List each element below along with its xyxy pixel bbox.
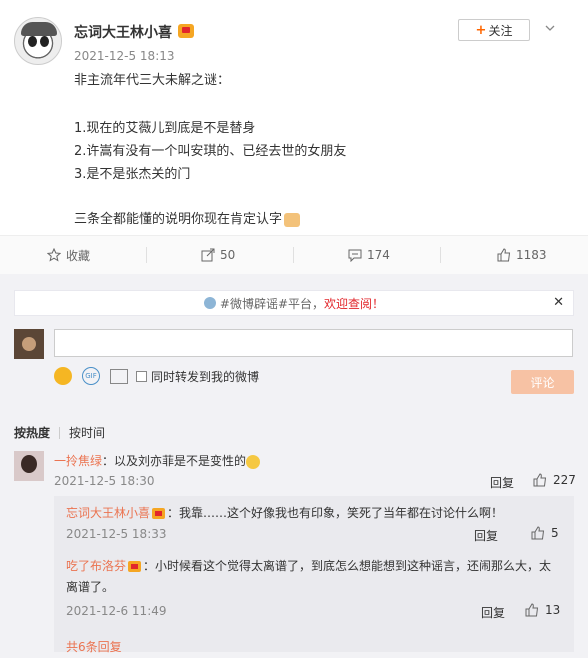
notice-link[interactable]: 欢迎查阅！ <box>324 295 384 312</box>
reply-item: 吃了布洛芬 ：小时候看这个觉得太离谱了，到底怎么想能想到这种谣言，还闹那么大，太 … <box>66 556 571 598</box>
vip-badge-icon <box>128 561 142 572</box>
thumbs-up-icon <box>533 473 547 487</box>
compose-tools: GIF 同时转发到我的微博 <box>54 367 259 385</box>
post-line: 非主流年代三大未解之谜： <box>74 73 231 88</box>
thumbs-up-icon <box>497 248 511 262</box>
comment-input[interactable] <box>54 329 573 357</box>
sync-checkbox[interactable] <box>136 370 147 382</box>
repost-button[interactable]: 50 <box>201 236 235 274</box>
reply-like-button[interactable]: 5 <box>531 526 559 540</box>
reply-time: 2021-12-5 18:33 <box>66 527 167 541</box>
reply-button[interactable]: 回复 <box>490 474 514 491</box>
reply-like-button[interactable]: 13 <box>525 603 560 617</box>
favorite-button[interactable]: 收藏 <box>47 236 90 274</box>
reply-thread: 忘词大王林小喜 ：我靠……这个好像我也有印象，笑死了当年都在讨论什么啊！ 2021… <box>54 496 574 655</box>
more-replies-link[interactable]: 共6条回复 <box>66 638 122 655</box>
like-button[interactable]: 1183 <box>497 236 547 274</box>
comment-panel: #微博辟谣#平台， 欢迎查阅！ ✕ GIF 同时转发到我的微博 评论 按热度 按时… <box>0 274 588 658</box>
reply-author[interactable]: 忘词大王林小喜 <box>66 506 150 520</box>
post-line-last: 三条全都能懂的说明你现在肯定认字 <box>74 208 301 227</box>
comment-icon <box>348 249 362 262</box>
submit-comment-button[interactable]: 评论 <box>511 370 574 394</box>
rumor-notice: #微博辟谣#平台， 欢迎查阅！ ✕ <box>14 290 574 316</box>
post-line: 1.现在的艾薇儿到底是不是替身 <box>74 121 256 136</box>
author-avatar[interactable] <box>14 17 62 65</box>
reply-button[interactable]: 回复 <box>474 527 498 544</box>
sort-bar: 按热度 按时间 <box>14 424 105 441</box>
sort-by-hot[interactable]: 按热度 <box>14 424 50 441</box>
weibo-post: 忘词大王林小喜 2021-12-5 18:13 + 关注 非主流年代三大未解之谜：… <box>0 0 588 235</box>
gif-icon[interactable]: GIF <box>82 367 100 385</box>
reply-author[interactable]: 吃了布洛芬 <box>66 559 126 573</box>
thumbs-up-icon <box>525 603 539 617</box>
plus-icon: + <box>475 22 487 38</box>
image-icon[interactable] <box>110 368 128 384</box>
reply-button[interactable]: 回复 <box>481 604 505 621</box>
commenter-name[interactable]: 一拎焦绿 <box>54 454 102 468</box>
vip-badge-icon <box>152 508 166 519</box>
reply-text: 吃了布洛芬 ：小时候看这个觉得太离谱了，到底怎么想能想到这种谣言，还闹那么大，太 <box>66 559 552 573</box>
vip-badge-icon <box>178 24 194 38</box>
info-icon <box>203 297 216 309</box>
comment-button[interactable]: 174 <box>348 236 390 274</box>
thumbs-up-emoji-icon <box>284 212 301 227</box>
close-icon[interactable]: ✕ <box>553 295 564 310</box>
comment-like-button[interactable]: 227 <box>533 473 576 487</box>
action-bar: 收藏 50 174 1183 <box>0 235 588 275</box>
post-time[interactable]: 2021-12-5 18:13 <box>74 49 175 63</box>
comment-time: 2021-12-5 18:30 <box>54 474 155 488</box>
thumbs-up-icon <box>531 526 545 540</box>
reply-text: 忘词大王林小喜 ：我靠……这个好像我也有印象，笑死了当年都在讨论什么啊！ <box>66 506 504 520</box>
follow-button[interactable]: + 关注 <box>458 19 530 41</box>
reply-time: 2021-12-6 11:49 <box>66 604 167 618</box>
post-line: 2.许嵩有没有一个叫安琪的、已经去世的女朋友 <box>74 144 347 159</box>
reply-item: 忘词大王林小喜 ：我靠……这个好像我也有印象，笑死了当年都在讨论什么啊！ <box>66 503 566 524</box>
sort-by-time[interactable]: 按时间 <box>69 424 105 441</box>
sync-label: 同时转发到我的微博 <box>151 369 260 384</box>
commenter-avatar[interactable] <box>14 451 44 481</box>
dog-emoji-icon <box>246 454 261 469</box>
emoji-icon[interactable] <box>54 367 72 385</box>
reply-text-cont: 离谱了。 <box>66 580 115 594</box>
author-name[interactable]: 忘词大王林小喜 <box>74 22 172 42</box>
post-line: 3.是不是张杰关的门 <box>74 167 191 182</box>
star-icon <box>47 248 61 262</box>
chevron-down-icon[interactable] <box>545 23 555 33</box>
repost-icon <box>201 248 215 262</box>
current-user-avatar <box>14 329 44 359</box>
comment-text: 一拎焦绿：以及刘亦菲是不是变性的 <box>54 452 261 469</box>
